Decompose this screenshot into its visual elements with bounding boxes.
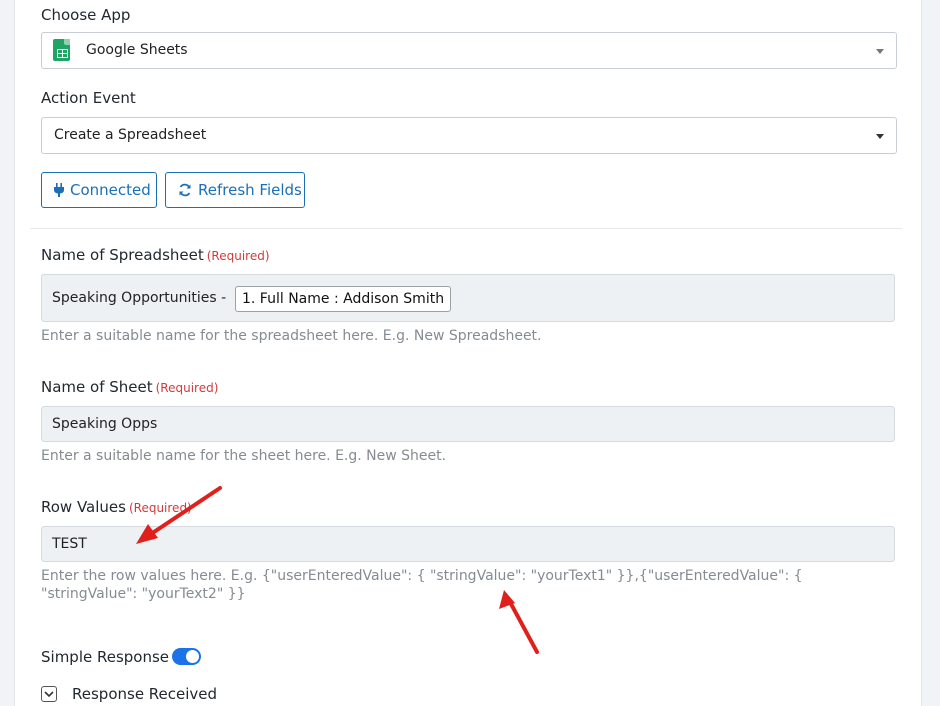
spreadsheet-name-help: Enter a suitable name for the spreadshee… <box>41 328 542 344</box>
required-badge: (Required) <box>206 249 270 263</box>
google-sheets-icon <box>53 39 70 61</box>
refresh-label: Refresh Fields <box>198 181 302 199</box>
row-values-help: Enter the row values here. E.g. {"userEn… <box>41 568 803 602</box>
sheet-name-help: Enter a suitable name for the sheet here… <box>41 448 447 464</box>
spreadsheet-name-label-text: Name of Spreadsheet <box>41 246 204 264</box>
plug-icon <box>54 183 64 197</box>
sheet-name-label: Name of Sheet (Required) <box>41 378 218 396</box>
connected-button[interactable]: Connected <box>41 172 157 208</box>
sheet-name-field[interactable]: Speaking Opps <box>41 406 895 442</box>
row-values-value: TEST <box>52 536 87 552</box>
simple-response-label: Simple Response <box>41 648 170 666</box>
spreadsheet-name-prefix: Speaking Opportunities - <box>52 290 227 306</box>
connected-label: Connected <box>70 181 151 199</box>
toggle-knob <box>186 650 199 663</box>
row-values-label-text: Row Values <box>41 498 126 516</box>
divider <box>30 228 902 229</box>
required-badge: (Required) <box>128 501 192 515</box>
sheet-name-label-text: Name of Sheet <box>41 378 153 396</box>
spreadsheet-name-label: Name of Spreadsheet (Required) <box>41 246 270 264</box>
simple-response-toggle[interactable] <box>172 648 201 665</box>
refresh-icon <box>179 183 191 197</box>
row-values-field[interactable]: TEST <box>41 526 895 562</box>
row-values-label: Row Values (Required) <box>41 498 192 516</box>
action-event-value: Create a Spreadsheet <box>54 127 207 143</box>
choose-app-select[interactable]: Google Sheets <box>41 32 897 69</box>
response-received-toggle[interactable] <box>41 686 57 702</box>
caret-down-icon <box>876 49 884 54</box>
choose-app-label: Choose App <box>41 6 131 24</box>
spreadsheet-name-field[interactable]: Speaking Opportunities - 1. Full Name : … <box>41 274 895 322</box>
field-token[interactable]: 1. Full Name : Addison Smith <box>235 286 452 312</box>
action-event-label: Action Event <box>41 89 136 107</box>
sheet-name-value: Speaking Opps <box>52 416 158 432</box>
caret-down-icon <box>876 134 884 139</box>
chevron-down-icon <box>44 691 54 698</box>
refresh-fields-button[interactable]: Refresh Fields <box>165 172 305 208</box>
response-received-label: Response Received <box>72 685 218 703</box>
choose-app-value: Google Sheets <box>86 42 188 58</box>
required-badge: (Required) <box>155 381 219 395</box>
action-event-select[interactable]: Create a Spreadsheet <box>41 117 897 154</box>
